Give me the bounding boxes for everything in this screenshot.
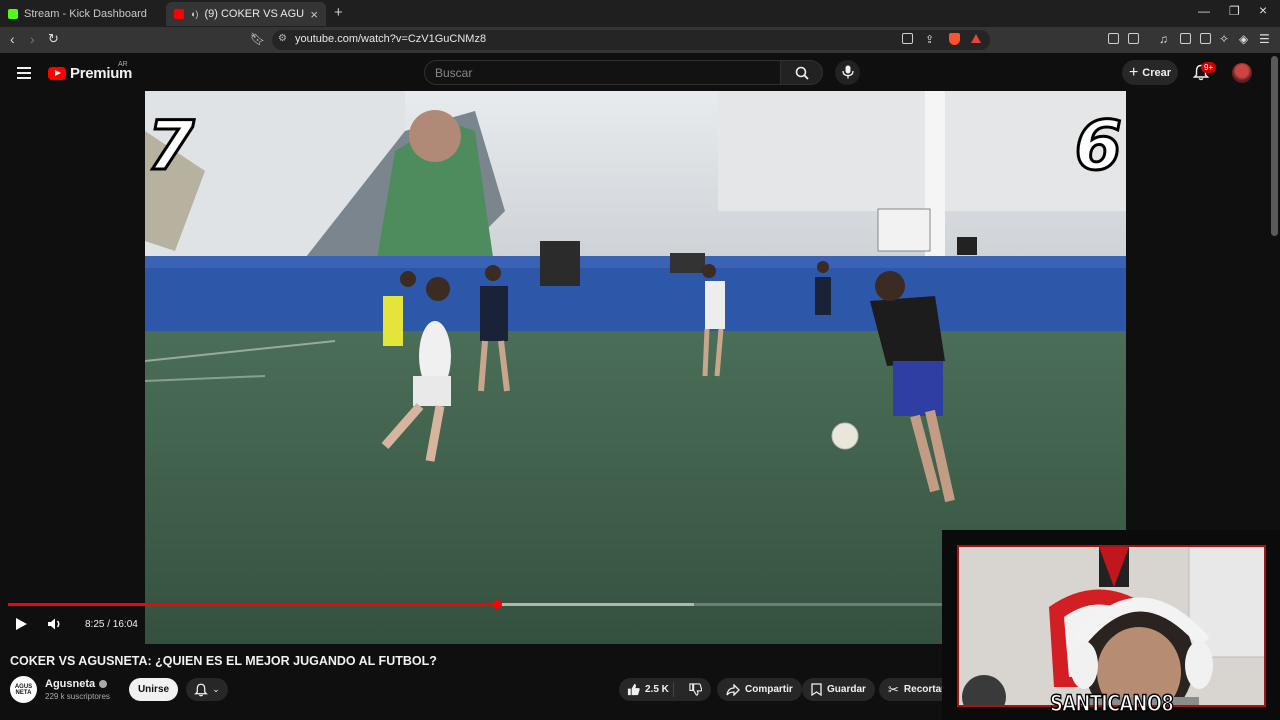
score-left: 7 xyxy=(145,106,195,188)
forward-arrow-icon[interactable]: › xyxy=(30,31,35,47)
tab-close-icon[interactable]: × xyxy=(310,7,318,22)
country-code: AR xyxy=(118,61,128,68)
restore-icon[interactable]: ❐ xyxy=(1229,4,1240,18)
extensions-icon[interactable] xyxy=(1108,33,1119,44)
plus-icon: + xyxy=(1128,63,1139,81)
minimize-icon[interactable]: — xyxy=(1198,4,1210,18)
audio-playing-icon[interactable]: ◖) xyxy=(190,9,198,19)
tab-title: Stream - Kick Dashboard xyxy=(24,8,147,20)
share-button[interactable]: Compartir xyxy=(717,678,802,701)
subscription-notifications-button[interactable]: ⌄ xyxy=(186,678,228,701)
like-dislike-group: 2.5 K xyxy=(619,678,711,701)
create-label: Crear xyxy=(1142,66,1172,79)
wallet-icon[interactable] xyxy=(1200,33,1211,44)
youtube-favicon-icon xyxy=(174,9,184,19)
play-icon[interactable] xyxy=(14,617,28,631)
browser-tab-bar: Stream - Kick Dashboard ◖) (9) COKER VS … xyxy=(0,0,1280,27)
score-right: 6 xyxy=(1073,106,1123,188)
tab-kick-dashboard[interactable]: Stream - Kick Dashboard xyxy=(0,2,166,26)
vpn-icon[interactable]: ◈ xyxy=(1239,32,1248,46)
verified-badge-icon xyxy=(99,680,108,688)
share-label: Compartir xyxy=(745,684,793,695)
volume-icon[interactable] xyxy=(47,617,63,631)
dislike-button[interactable] xyxy=(679,683,711,696)
join-button[interactable]: Unirse xyxy=(129,678,178,701)
webcam-scene xyxy=(959,547,1264,705)
share-arrow-icon xyxy=(726,683,740,696)
channel-avatar-text: AGUS NETA xyxy=(14,683,33,696)
address-bar[interactable]: ⚙︎ youtube.com/watch?v=CzV1GuCNMz8 xyxy=(272,30,990,50)
tab-youtube-video[interactable]: ◖) (9) COKER VS AGUSNETA: ¿QUIEN ES EL M… xyxy=(166,2,326,26)
subscriber-count: 229 k suscriptores xyxy=(45,692,110,701)
save-button[interactable]: Guardar xyxy=(802,678,875,701)
video-title: COKER VS AGUSNETA: ¿QUIEN ES EL MEJOR JU… xyxy=(10,654,437,668)
browser-toolbar: ‹ › ↻ 🔖︎ ⚙︎ youtube.com/watch?v=CzV1GuCN… xyxy=(0,27,1280,53)
window-close-icon[interactable]: × xyxy=(1259,2,1267,18)
guide-menu-icon[interactable] xyxy=(17,67,31,79)
sidebar-icon[interactable] xyxy=(1180,33,1191,44)
youtube-header: Premium AR + Crear 9+ xyxy=(0,53,1280,91)
search-box[interactable] xyxy=(424,60,781,85)
like-button[interactable]: 2.5 K xyxy=(619,682,675,697)
webcam-feed xyxy=(957,545,1266,707)
notifications-badge: 9+ xyxy=(1201,62,1217,73)
reload-icon[interactable]: ↻ xyxy=(48,31,59,47)
thumbs-up-icon xyxy=(627,683,640,696)
like-count: 2.5 K xyxy=(645,684,669,695)
media-controls-icon[interactable]: ♫ xyxy=(1159,32,1168,46)
url-text: youtube.com/watch?v=CzV1GuCNMz8 xyxy=(295,33,487,45)
bookmark-icon[interactable]: 🔖︎ xyxy=(250,32,265,46)
page-scrollbar[interactable] xyxy=(1271,56,1278,236)
screenshot-icon[interactable] xyxy=(1128,33,1139,44)
bell-icon xyxy=(194,683,209,696)
search-icon xyxy=(795,66,809,80)
time-display: 8:25 / 16:04 xyxy=(85,619,138,630)
microphone-icon xyxy=(842,65,854,79)
scissors-icon: ✂︎ xyxy=(888,681,899,697)
new-tab-button[interactable]: + xyxy=(334,4,343,21)
brave-shields-icon[interactable] xyxy=(949,33,960,45)
soccer-ball xyxy=(831,422,859,450)
voice-search-button[interactable] xyxy=(835,60,860,85)
youtube-play-logo-icon xyxy=(48,67,66,80)
kick-favicon-icon xyxy=(8,9,18,19)
leo-ai-icon[interactable]: ✧ xyxy=(1219,32,1229,46)
youtube-logo[interactable]: Premium AR xyxy=(48,61,132,82)
save-label: Guardar xyxy=(827,684,866,695)
video-progress-bar[interactable] xyxy=(8,600,942,609)
site-info-icon[interactable]: ⚙︎ xyxy=(278,33,287,44)
chevron-down-icon: ⌄ xyxy=(212,684,220,694)
search-button[interactable] xyxy=(781,60,823,85)
create-button[interactable]: + Crear xyxy=(1122,60,1178,85)
search-input[interactable] xyxy=(435,66,765,80)
menu-icon[interactable]: ☰ xyxy=(1259,32,1270,46)
share-page-icon[interactable]: ⇪ xyxy=(925,33,934,46)
account-avatar[interactable] xyxy=(1232,63,1252,83)
bookmark-save-icon xyxy=(811,683,822,696)
channel-name[interactable]: Agusneta xyxy=(45,678,95,690)
channel-name-row[interactable]: Agusneta xyxy=(45,678,108,690)
progress-played xyxy=(8,603,498,606)
tab-title: (9) COKER VS AGUSNETA: ¿QUIEN ES EL MEJO… xyxy=(204,8,305,20)
player-navy-far xyxy=(815,261,831,315)
cast-icon[interactable] xyxy=(902,33,913,44)
clip-label: Recortar xyxy=(903,684,946,695)
brave-rewards-icon[interactable] xyxy=(971,34,981,43)
thumbs-down-icon xyxy=(688,683,702,696)
channel-avatar[interactable]: AGUS NETA xyxy=(10,676,37,703)
streamer-name: SANTICANO8 xyxy=(1049,691,1174,718)
back-arrow-icon[interactable]: ‹ xyxy=(10,31,15,47)
